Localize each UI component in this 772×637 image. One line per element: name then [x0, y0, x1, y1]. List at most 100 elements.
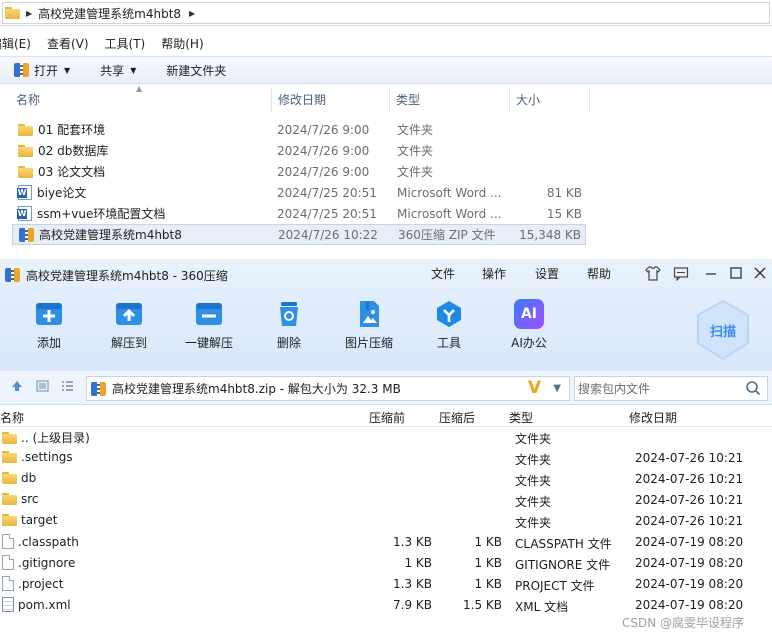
one-click-extract-label: 一键解压	[184, 336, 233, 350]
chevron-down-icon[interactable]: ▼	[553, 383, 561, 394]
zip-row[interactable]: .classpath 1.3 KB 1 KB CLASSPATH 文件 2024…	[0, 532, 772, 553]
image-compress-button[interactable]: 图片压缩	[337, 299, 401, 351]
zip-entry-before: 1.3 KB	[393, 535, 432, 549]
zip-entry-date: 2024-07-19 08:20	[635, 577, 744, 591]
col-name[interactable]: 名称	[10, 88, 272, 112]
maximize-icon[interactable]	[729, 266, 743, 284]
delete-button[interactable]: 删除	[257, 299, 321, 351]
file-name: 01 配套环境	[38, 123, 106, 137]
zip-row[interactable]: .. (上级目录) 文件夹	[0, 427, 772, 448]
zip-row[interactable]: .gitignore 1 KB 1 KB GITIGNORE 文件 2024-0…	[0, 553, 772, 574]
zip-icon	[91, 381, 106, 396]
ai-office-label: AI办公	[511, 336, 547, 350]
v-logo-icon: V	[527, 378, 541, 398]
zcol-before[interactable]: 压缩前	[369, 409, 405, 426]
explorer-column-header: 名称 修改日期 类型 大小	[0, 88, 772, 112]
word-doc-icon	[17, 185, 32, 200]
chevron-right-icon[interactable]: ▶	[26, 9, 32, 18]
ai-office-button[interactable]: AI AI办公	[497, 299, 561, 351]
add-label: 添加	[36, 336, 61, 350]
folder-icon	[18, 144, 33, 157]
zip-menu-settings[interactable]: 设置	[535, 259, 559, 291]
zip-icon	[14, 63, 29, 77]
zip-row[interactable]: src 文件夹 2024-07-26 10:21	[0, 490, 772, 511]
recycle-bin-icon	[280, 302, 298, 326]
xml-file-icon	[2, 597, 14, 612]
file-type: 360压缩 ZIP 文件	[398, 228, 496, 242]
search-icon[interactable]	[745, 380, 761, 399]
watermark-text: CSDN @腐雯毕设程序	[622, 616, 745, 630]
file-row[interactable]: biye论文 2024/7/25 20:51 Microsoft Word ..…	[12, 182, 586, 203]
file-name: biye论文	[37, 186, 87, 200]
chevron-right-icon[interactable]: ▶	[189, 9, 195, 18]
folder-icon	[18, 123, 33, 136]
file-type: 文件夹	[397, 165, 434, 179]
up-arrow-icon[interactable]	[11, 380, 23, 395]
zip-entry-after: 1 KB	[474, 556, 502, 570]
zip-path-field[interactable]: 高校党建管理系统m4hbt8.zip - 解包大小为 32.3 MB V ▼	[86, 376, 570, 401]
folder-icon	[2, 514, 17, 526]
minimize-icon[interactable]	[704, 266, 718, 284]
list-view-icon[interactable]	[61, 380, 74, 395]
extract-to-button[interactable]: 解压到	[97, 299, 161, 351]
file-row[interactable]: 01 配套环境 2024/7/26 9:00 文件夹	[12, 119, 586, 140]
zcol-type[interactable]: 类型	[509, 409, 533, 426]
file-icon	[2, 576, 14, 591]
zip-entry-type: PROJECT 文件	[515, 579, 595, 593]
file-date: 2024/7/25 20:51	[277, 206, 377, 221]
col-size[interactable]: 大小	[510, 88, 590, 112]
zip-path-text: 高校党建管理系统m4hbt8.zip - 解包大小为 32.3 MB	[112, 382, 401, 396]
feedback-icon[interactable]	[673, 266, 689, 285]
file-type: 文件夹	[397, 144, 434, 158]
new-folder-button[interactable]: 新建文件夹	[158, 59, 234, 81]
zip-entry-type: 文件夹	[515, 495, 552, 509]
menu-view[interactable]: 查看(V)	[47, 35, 89, 52]
zip-app-icon	[5, 268, 20, 282]
file-row-selected[interactable]: 高校党建管理系统m4hbt8 2024/7/26 10:22 360压缩 ZIP…	[12, 224, 586, 245]
thumbnail-view-icon[interactable]	[36, 380, 49, 395]
ai-office-icon: AI	[514, 299, 544, 329]
menu-tools[interactable]: 工具(T)	[105, 35, 146, 52]
new-folder-label: 新建文件夹	[166, 63, 227, 78]
zip-row[interactable]: target 文件夹 2024-07-26 10:21	[0, 511, 772, 532]
zip-row[interactable]: .project 1.3 KB 1 KB PROJECT 文件 2024-07-…	[0, 574, 772, 595]
zip-row[interactable]: db 文件夹 2024-07-26 10:21	[0, 469, 772, 490]
zip-entry-type: 文件夹	[515, 474, 552, 488]
zip-menu-help[interactable]: 帮助	[587, 259, 611, 291]
zip-menu-operate[interactable]: 操作	[482, 259, 506, 291]
address-path[interactable]: 高校党建管理系统m4hbt8	[38, 5, 181, 22]
address-box[interactable]: ▶ 高校党建管理系统m4hbt8 ▶	[2, 2, 770, 24]
close-icon[interactable]	[753, 266, 767, 284]
share-button[interactable]: 共享 ▼	[92, 59, 144, 81]
zip-row[interactable]: pom.xml 7.9 KB 1.5 KB XML 文档 2024-07-19 …	[0, 595, 772, 616]
zip-menu-file[interactable]: 文件	[431, 259, 455, 291]
open-button[interactable]: 打开 ▼	[6, 59, 78, 81]
zip-entry-date: 2024-07-19 08:20	[635, 535, 744, 549]
file-row[interactable]: ssm+vue环境配置文档 2024/7/25 20:51 Microsoft …	[12, 203, 586, 224]
zcol-name[interactable]: 名称	[0, 409, 24, 426]
menu-help[interactable]: 帮助(H)	[161, 35, 203, 52]
add-button[interactable]: 添加	[17, 299, 81, 351]
zcol-after[interactable]: 压缩后	[439, 409, 475, 426]
zcol-date[interactable]: 修改日期	[629, 409, 677, 426]
skin-icon[interactable]	[645, 266, 661, 285]
zip-entry-name: .project	[18, 576, 64, 591]
zip-row[interactable]: .settings 文件夹 2024-07-26 10:21	[0, 448, 772, 469]
zip-entry-name: src	[21, 492, 39, 506]
one-click-extract-button[interactable]: 一键解压	[177, 299, 241, 351]
file-row[interactable]: 02 db数据库 2024/7/26 9:00 文件夹	[12, 140, 586, 161]
file-row[interactable]: 03 论文文档 2024/7/26 9:00 文件夹	[12, 161, 586, 182]
zip-toolbar: 添加 解压到 一键解压 删除 图片压缩 工具 AI AI办公 扫描	[0, 291, 772, 371]
explorer-menu-bar: 编辑(E) 查看(V) 工具(T) 帮助(H)	[0, 32, 772, 54]
file-name: 02 db数据库	[38, 144, 109, 158]
menu-edit[interactable]: 编辑(E)	[0, 35, 31, 52]
scan-button[interactable]: 扫描	[694, 299, 752, 363]
zip-entry-type: GITIGNORE 文件	[515, 558, 611, 572]
col-type[interactable]: 类型	[390, 88, 510, 112]
col-date[interactable]: 修改日期	[272, 88, 390, 112]
zip-entry-before: 1 KB	[404, 556, 432, 570]
folder-icon	[2, 493, 17, 505]
zip-entry-after: 1 KB	[474, 535, 502, 549]
zip-search-input[interactable]: 搜索包内文件	[574, 376, 768, 401]
tools-button[interactable]: 工具	[417, 299, 481, 351]
